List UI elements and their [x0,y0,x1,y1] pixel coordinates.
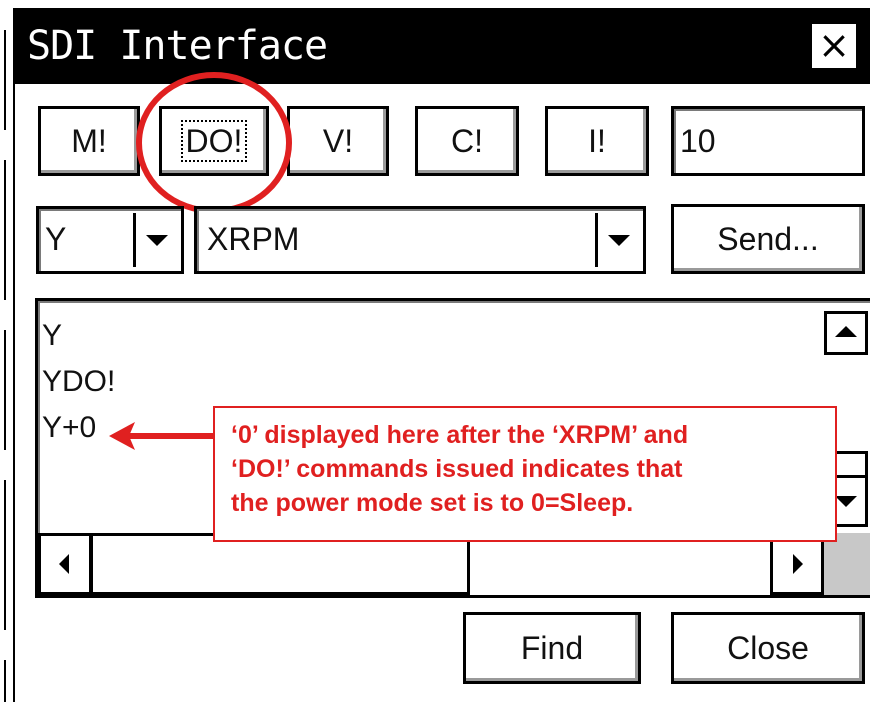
annotation-line: ‘0’ displayed here after the ‘XRPM’ and [231,421,689,449]
background-window-edge [0,0,10,702]
scroll-up-button[interactable] [824,311,868,355]
horizontal-scroll-thumb[interactable] [90,533,470,595]
c-command-button[interactable]: C! [415,106,519,176]
log-line: YDO! [42,365,116,398]
chevron-left-icon [59,554,69,574]
send-label: Send... [717,221,819,257]
log-line: Y [42,319,63,352]
chevron-right-icon [793,554,803,574]
close-window-button[interactable]: × [810,22,858,70]
window-title: SDI Interface [27,23,328,69]
find-label: Find [520,630,584,666]
count-input[interactable]: 10 [671,106,865,176]
command-value: XRPM [207,221,300,257]
close-button[interactable]: Close [671,612,865,684]
scroll-left-button[interactable] [38,533,92,595]
chevron-down-icon [607,235,630,246]
i-command-button[interactable]: I! [545,106,649,176]
sdi-interface-dialog: SDI Interface × M! DO! V! C! I! 10 Y XRP… [13,8,870,702]
command-dropdown-arrow[interactable] [595,213,639,267]
address-dropdown-arrow[interactable] [133,213,177,267]
c-command-label: C! [451,123,483,159]
close-label: Close [727,630,809,666]
send-button[interactable]: Send... [671,204,865,274]
v-command-label: V! [322,123,354,159]
chevron-down-icon [145,235,168,246]
scroll-right-button[interactable] [770,533,824,595]
address-value: Y [45,221,67,257]
highlight-circle [136,72,292,214]
i-command-label: I! [588,123,606,159]
chevron-up-icon [835,326,857,337]
m-command-button[interactable]: M! [38,106,140,176]
command-select[interactable]: XRPM [194,206,646,274]
horizontal-scroll-track[interactable] [470,533,770,595]
chevron-down-icon [835,496,857,507]
find-button[interactable]: Find [463,612,641,684]
annotation-line: ‘DO!’ commands issued indicates that [231,455,683,483]
m-command-label: M! [71,123,107,159]
log-line: Y+0 [42,411,97,444]
annotation-callout: ‘0’ displayed here after the ‘XRPM’ and … [213,406,837,542]
annotation-line: the power mode set is to 0=Sleep. [231,489,634,517]
annotation-arrow [109,422,215,450]
address-select[interactable]: Y [36,206,184,274]
scrollbar-corner [824,533,870,595]
